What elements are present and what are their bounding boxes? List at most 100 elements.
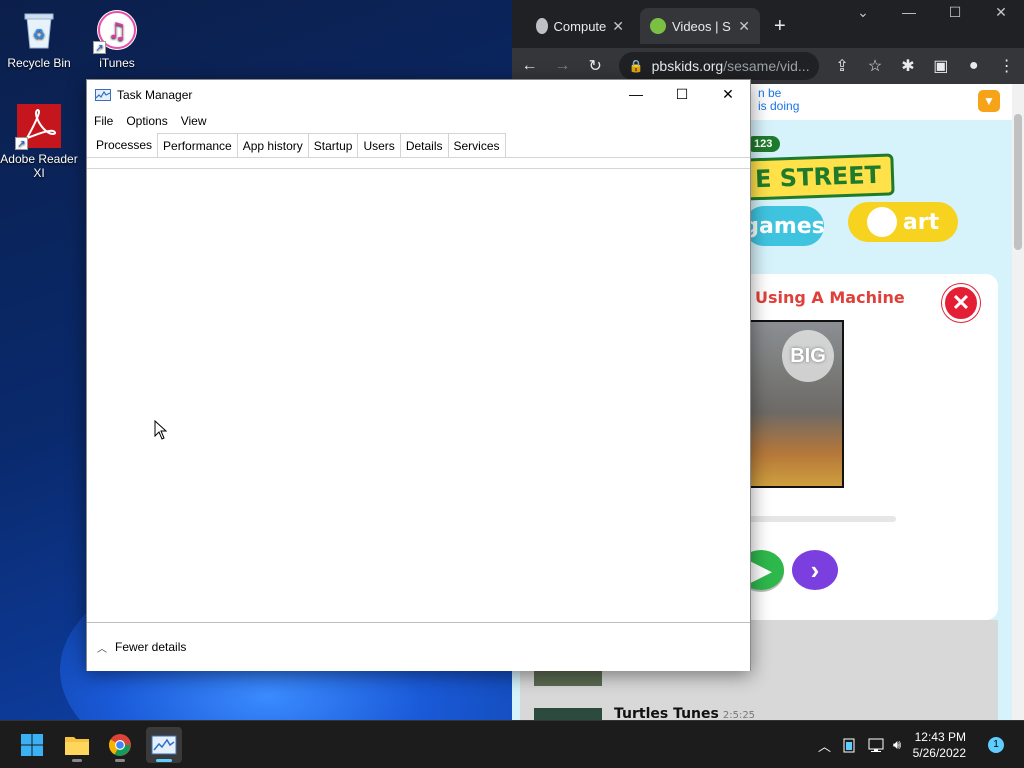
- next-button-icon[interactable]: ›: [792, 550, 838, 590]
- close-window-icon[interactable]: ✕: [705, 80, 751, 108]
- banner-text[interactable]: n be is doing: [758, 87, 799, 113]
- task-manager-taskbar-button[interactable]: [146, 727, 182, 763]
- maximize-icon[interactable]: ☐: [932, 4, 978, 21]
- browser-tab-computer[interactable]: Compute ✕: [526, 8, 634, 44]
- list-item-title[interactable]: Turtles Tunes 2:5:25: [614, 706, 755, 720]
- tab-startup[interactable]: Startup: [307, 133, 359, 157]
- desktop-icon-label: iTunes: [99, 56, 135, 70]
- tab-search-icon[interactable]: ⌄: [840, 4, 886, 21]
- minimize-icon[interactable]: —: [886, 4, 932, 20]
- fewer-details-label: Fewer details: [115, 640, 187, 654]
- menu-kebab-icon[interactable]: ⋮: [997, 56, 1016, 76]
- lock-icon: 🔒: [628, 59, 644, 73]
- clock-time: 12:43 PM: [914, 730, 966, 744]
- desktop-icon-adobe-reader[interactable]: ↗ Adobe Reader XI: [0, 104, 78, 180]
- clock-date: 5/26/2022: [912, 746, 966, 760]
- running-indicator: [115, 759, 125, 762]
- desktop-icon-label: Adobe Reader XI: [0, 152, 78, 180]
- chrome-icon: [109, 734, 131, 756]
- fewer-details-button[interactable]: ︿ Fewer details: [87, 622, 750, 671]
- browser-tabstrip: Compute ✕ Videos | S ✕ + ⌄ — ☐ ✕: [512, 0, 1024, 48]
- menu-options[interactable]: Options: [126, 114, 173, 128]
- volume-icon[interactable]: 🔊︎: [893, 721, 901, 768]
- notification-badge[interactable]: 1: [988, 737, 1004, 753]
- desktop-icon-label: Recycle Bin: [7, 56, 71, 70]
- list-item-time: 2:5:25: [722, 710, 756, 720]
- art-button[interactable]: art: [848, 202, 958, 242]
- running-indicator: [72, 759, 82, 762]
- menu-file[interactable]: File: [94, 114, 119, 128]
- new-tab-button[interactable]: +: [764, 8, 796, 44]
- tab-services[interactable]: Services: [447, 133, 506, 157]
- url-path: /sesame/vid...: [723, 58, 810, 74]
- scrollbar-thumb[interactable]: [1014, 114, 1022, 250]
- pbs-menu-badge-icon[interactable]: ▼: [978, 90, 1000, 112]
- close-window-icon[interactable]: ✕: [978, 4, 1024, 21]
- logo-number: 123: [746, 136, 781, 152]
- svg-text:♻: ♻: [33, 27, 46, 43]
- back-arrow-icon[interactable]: ←: [520, 57, 539, 75]
- tab-strip: Processes Performance App history Startu…: [87, 132, 750, 158]
- desktop-icon-recycle-bin[interactable]: ♻ Recycle Bin: [0, 8, 78, 70]
- itunes-icon: ♫ ↗: [93, 8, 139, 54]
- share-icon[interactable]: ⇪: [833, 56, 852, 76]
- windows-logo-icon: [21, 734, 43, 756]
- battery-icon[interactable]: [843, 721, 855, 768]
- close-tab-icon[interactable]: ✕: [738, 18, 750, 35]
- sesame-street-logo[interactable]: E STREET: [741, 153, 895, 201]
- tab-details[interactable]: Details: [399, 133, 449, 157]
- video-title: Using A Machine: [755, 288, 905, 307]
- page-scrollbar[interactable]: [1012, 84, 1024, 720]
- menu-view[interactable]: View: [181, 114, 213, 128]
- palette-icon: [866, 207, 897, 237]
- tray-overflow-chevron-icon[interactable]: ︿: [818, 721, 831, 768]
- extensions-icon[interactable]: ✱: [898, 56, 917, 76]
- browser-tab-label: Videos | S: [672, 18, 731, 34]
- start-button[interactable]: [14, 727, 50, 763]
- folder-icon: [65, 737, 89, 755]
- close-video-icon[interactable]: ✕: [942, 284, 980, 322]
- network-icon[interactable]: [868, 721, 886, 768]
- side-panel-icon[interactable]: ▣: [931, 56, 950, 76]
- url-host: pbskids.org: [651, 58, 724, 74]
- processes-panel[interactable]: [87, 168, 750, 622]
- browser-tab-videos[interactable]: Videos | S ✕: [640, 8, 760, 44]
- shortcut-arrow-icon: ↗: [15, 137, 28, 150]
- address-bar[interactable]: 🔒 pbskids.org/sesame/vid...: [618, 52, 819, 80]
- chrome-button[interactable]: [102, 727, 138, 763]
- adobe-reader-icon: ↗: [15, 104, 61, 150]
- tab-favicon-icon: [536, 18, 548, 34]
- browser-tab-label: Compute: [553, 18, 607, 34]
- tab-favicon-icon: [650, 18, 666, 34]
- task-manager-app-icon: [95, 89, 111, 101]
- tab-app-history[interactable]: App history: [236, 133, 309, 157]
- tab-performance[interactable]: Performance: [157, 133, 238, 157]
- taskbar: ︿ 🔊︎ 12:43 PM 5/26/2022 1: [0, 720, 1024, 768]
- shortcut-arrow-icon: ↗: [93, 41, 106, 54]
- task-manager-icon: [151, 735, 177, 755]
- chevron-up-icon: ︿: [97, 643, 107, 655]
- maximize-icon[interactable]: ☐: [659, 80, 705, 108]
- forward-arrow-icon[interactable]: →: [553, 57, 572, 75]
- list-thumbnail[interactable]: [534, 708, 602, 720]
- running-indicator: [156, 759, 172, 762]
- svg-text:♫: ♫: [107, 19, 127, 44]
- menu-bar: File Options View: [87, 110, 750, 132]
- games-button[interactable]: games: [743, 206, 825, 246]
- profile-icon[interactable]: ●: [964, 57, 983, 75]
- close-tab-icon[interactable]: ✕: [612, 18, 624, 35]
- art-label: art: [902, 209, 940, 235]
- desktop-icon-itunes[interactable]: ♫ ↗ iTunes: [78, 8, 156, 70]
- tab-users[interactable]: Users: [357, 133, 401, 157]
- bookmark-star-icon[interactable]: ☆: [866, 56, 885, 76]
- system-clock[interactable]: 12:43 PM 5/26/2022: [913, 729, 966, 761]
- file-explorer-button[interactable]: [59, 727, 95, 763]
- mouse-cursor-icon: [154, 419, 168, 443]
- reload-icon[interactable]: ↻: [586, 56, 605, 76]
- minimize-icon[interactable]: —: [613, 80, 659, 108]
- window-title: Task Manager: [117, 88, 193, 102]
- video-badge: BIG: [782, 330, 834, 382]
- recycle-bin-icon: ♻: [17, 8, 61, 52]
- tab-processes[interactable]: Processes: [90, 132, 159, 157]
- task-manager-window: Task Manager — ☐ ✕ File Options View Pro…: [86, 79, 751, 671]
